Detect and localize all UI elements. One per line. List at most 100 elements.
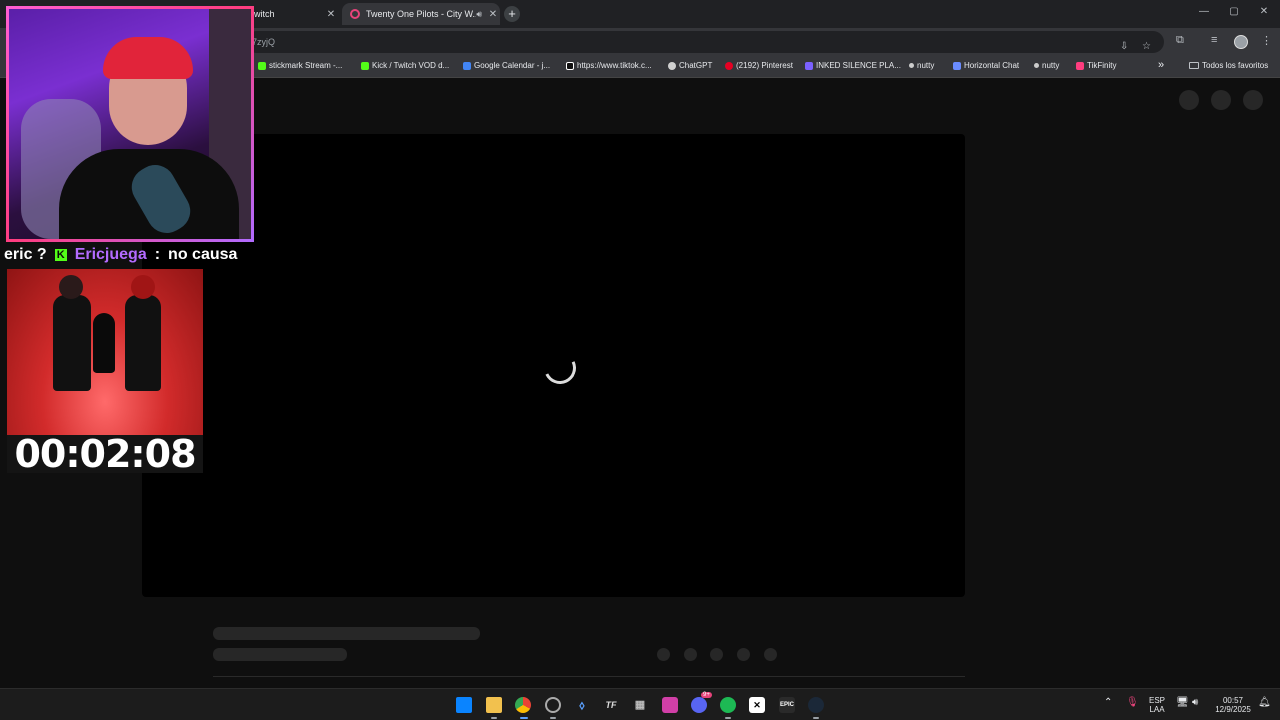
nutty-icon <box>909 63 914 68</box>
capcut-icon[interactable]: ✕ <box>749 697 765 713</box>
album-figure-left <box>53 295 91 391</box>
volume-icon[interactable]: 🔊︎ <box>1192 698 1198 708</box>
bookmark-label: nutty <box>1042 61 1060 70</box>
language-indicator[interactable]: ESP LAA <box>1146 696 1168 714</box>
taskbar: ⬨ TF ▦ 9+ ✕ EPIC ⌃ 🎙︎ ESP LAA 🖥︎ 🔊︎ 00:5… <box>0 688 1280 720</box>
extensions-icon[interactable]: ⧉ <box>1176 34 1184 47</box>
language-code: ESP <box>1148 696 1165 705</box>
kick-icon <box>361 61 369 70</box>
bookmark-item[interactable]: Google Calendar - j... <box>463 61 550 70</box>
star-icon[interactable]: ☆ <box>1142 36 1151 58</box>
menu-icon[interactable]: ⋮ <box>1261 34 1272 47</box>
bookmark-item[interactable]: nutty <box>909 61 934 70</box>
address-bar[interactable]: 7zyjQ ⇩ ☆ <box>246 31 1164 53</box>
album-figure-left-head <box>59 275 83 299</box>
close-window-button[interactable]: ✕ <box>1254 6 1274 17</box>
album-jacket <box>93 313 115 373</box>
chrome-icon[interactable] <box>515 697 531 713</box>
skeleton-title <box>213 627 480 640</box>
active-indicator <box>520 717 528 719</box>
obs-icon[interactable] <box>545 697 561 713</box>
epic-games-icon[interactable]: EPIC <box>779 697 795 713</box>
steam-icon[interactable] <box>808 697 824 713</box>
tiktok-studio-icon[interactable]: TF <box>603 697 619 713</box>
running-indicator <box>725 717 731 719</box>
restore-button[interactable]: ▢ <box>1224 6 1244 17</box>
bookmark-label: Google Calendar - j... <box>474 61 551 70</box>
bookmark-item[interactable]: Horizontal Chat <box>953 61 1019 70</box>
bookmark-label: Horizontal Chat <box>964 61 1020 70</box>
file-explorer-icon[interactable] <box>486 697 502 713</box>
bookmark-item[interactable]: TikFinity <box>1076 61 1116 70</box>
spotify-icon[interactable] <box>720 697 736 713</box>
bookmark-label: stickmark Stream -... <box>269 61 343 70</box>
notifications-icon[interactable]: 🔔︎ <box>1258 698 1271 708</box>
all-bookmarks-button[interactable]: Todos los favoritos <box>1189 61 1268 70</box>
bookmark-item[interactable]: nutty <box>1034 61 1059 70</box>
tab-twenty-one-pilots[interactable]: Twenty One Pilots - City W... 🔊︎ ✕ <box>342 3 500 25</box>
tikfinity-icon <box>1076 61 1084 70</box>
skeleton-circle <box>1243 90 1263 110</box>
media-icon[interactable]: ≡ <box>1211 34 1217 46</box>
bookmark-label: https://www.tiktok.c... <box>577 61 652 70</box>
bookmarks-overflow-button[interactable]: » <box>1158 59 1164 71</box>
microphone-icon[interactable]: 🎙︎ <box>1126 698 1139 708</box>
all-bookmarks-label: Todos los favoritos <box>1202 61 1269 70</box>
bookmark-item[interactable]: INKED SILENCE PLA... <box>805 61 901 70</box>
close-icon[interactable]: ✕ <box>486 9 500 20</box>
bookmark-item[interactable]: https://www.tiktok.c... <box>566 61 652 70</box>
minimize-button[interactable]: — <box>1194 6 1214 17</box>
chat-separator: : <box>154 246 161 263</box>
install-icon[interactable]: ⇩ <box>1120 36 1128 58</box>
bookmark-label: TikFinity <box>1087 61 1117 70</box>
new-tab-button[interactable]: + <box>504 6 520 22</box>
network-icon[interactable]: 🖥︎ <box>1176 698 1189 708</box>
skeleton-dot <box>737 648 750 661</box>
bookmark-item[interactable]: (2192) Pinterest <box>725 61 793 70</box>
skeleton-subtitle <box>213 648 347 661</box>
bookmark-item[interactable]: stickmark Stream -... <box>258 61 342 70</box>
skeleton-dot <box>684 648 697 661</box>
skeleton-circle <box>1179 90 1199 110</box>
running-indicator <box>813 717 819 719</box>
bookmark-label: nutty <box>917 61 935 70</box>
close-icon[interactable]: ✕ <box>324 9 338 20</box>
chat-ticker: eric ? K Ericjuega : no causa <box>0 244 256 266</box>
webcam-hair <box>103 37 193 79</box>
clock[interactable]: 00:57 12/9/2025 <box>1212 696 1254 714</box>
bookmark-label: Kick / Twitch VOD d... <box>372 61 450 70</box>
tab-twitch[interactable]: witch ✕ <box>246 3 338 25</box>
chatgpt-icon <box>668 61 676 70</box>
webcam-overlay <box>6 6 254 242</box>
avatar[interactable] <box>1234 35 1248 49</box>
skeleton-dot <box>764 648 777 661</box>
chat-username: Ericjuega <box>74 246 147 263</box>
chat-message: no causa <box>168 246 238 263</box>
chevron-up-icon[interactable]: ⌃ <box>1104 698 1112 708</box>
grid-app-icon[interactable]: ▦ <box>632 697 648 713</box>
running-indicator <box>491 717 497 719</box>
bookmark-item[interactable]: Kick / Twitch VOD d... <box>361 61 449 70</box>
skeleton-dot <box>657 648 670 661</box>
tab-title: witch <box>254 9 275 19</box>
keyboard-layout: LAA <box>1149 705 1165 714</box>
bookmark-label: (2192) Pinterest <box>736 61 793 70</box>
bookmark-label: INKED SILENCE PLA... <box>816 61 901 70</box>
speaker-icon[interactable]: 🔊︎ <box>476 9 482 20</box>
stream-deck-icon[interactable] <box>662 697 678 713</box>
horizontal-chat-icon <box>953 61 961 70</box>
discord-icon[interactable] <box>691 697 707 713</box>
clock-time: 00:57 <box>1222 696 1244 705</box>
running-indicator <box>550 717 556 719</box>
nutty-icon <box>1034 63 1039 68</box>
album-figure-right <box>125 295 161 391</box>
bookmark-item[interactable]: ChatGPT <box>668 61 712 70</box>
windows-start-icon[interactable] <box>456 697 472 713</box>
bookmark-label: ChatGPT <box>679 61 713 70</box>
pinterest-icon <box>725 61 733 70</box>
address-text: 7zyjQ <box>252 37 276 47</box>
streamlabs-icon[interactable]: ⬨ <box>574 697 590 713</box>
calendar-icon <box>463 61 471 70</box>
tab-title: Twenty One Pilots - City W... <box>366 9 477 19</box>
screen: witch ✕ Twenty One Pilots - City W... 🔊︎… <box>0 0 1280 720</box>
